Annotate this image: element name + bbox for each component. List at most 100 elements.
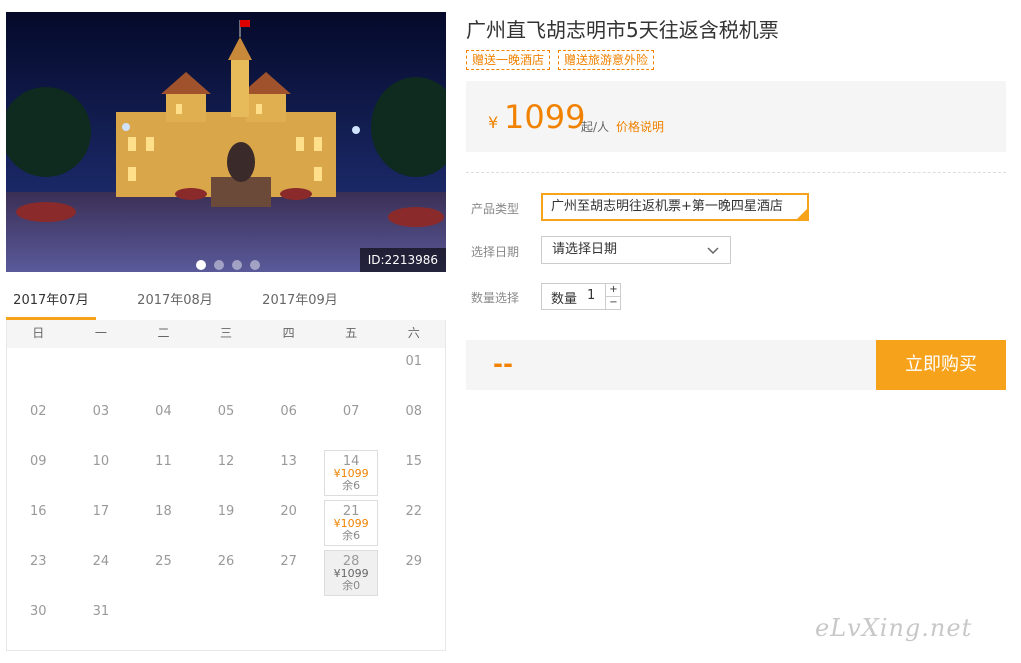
calendar-day-stock: 余6 xyxy=(342,479,361,492)
calendar-empty-cell xyxy=(132,598,195,648)
calendar-day-number: 25 xyxy=(155,554,172,569)
calendar-weekday-header: 日 一 二 三 四 五 六 xyxy=(7,320,445,348)
quantity-label: 数量选择 xyxy=(471,291,520,305)
calendar-empty-cell xyxy=(257,348,320,398)
calendar-day: 09 xyxy=(7,448,70,498)
calendar-day: 19 xyxy=(195,498,258,548)
chevron-down-icon xyxy=(707,247,719,255)
calendar-empty-cell xyxy=(257,598,320,648)
weekday-label: 一 xyxy=(94,326,107,340)
calendar-day-number: 12 xyxy=(217,454,235,469)
calendar-day: 03 xyxy=(70,398,133,448)
calendar-day: 11 xyxy=(132,448,195,498)
date-select[interactable]: 请选择日期 xyxy=(541,236,731,264)
calendar-day-price-box[interactable]: 21 ¥1099 余6 xyxy=(323,500,379,546)
calendar-week-row: 23 24 25 26 27 28 ¥1099 余0 29 xyxy=(7,548,445,598)
calendar-day: 02 xyxy=(7,398,70,448)
calendar-day-price-box[interactable]: 14 ¥1099 余6 xyxy=(323,450,379,496)
calendar-day: 23 xyxy=(7,548,70,598)
weekday-label: 五 xyxy=(345,326,358,340)
calendar-day-number: 20 xyxy=(280,504,297,519)
calendar-day: 10 xyxy=(70,448,133,498)
calendar-week-row: 30 31 xyxy=(7,598,445,648)
calendar-day: 07 xyxy=(320,398,383,448)
carousel-dot[interactable] xyxy=(196,260,206,270)
calendar-week-row: 01 xyxy=(7,348,445,398)
calendar-day: 29 xyxy=(382,548,445,598)
calendar-empty-cell xyxy=(195,348,258,398)
calendar-day-number: 19 xyxy=(217,504,235,519)
calendar-day-number: 13 xyxy=(280,454,297,469)
date-select-value: 请选择日期 xyxy=(552,242,618,257)
calendar-day: 12 xyxy=(195,448,258,498)
calendar-day-number: 10 xyxy=(92,454,110,469)
carousel-dot[interactable] xyxy=(232,260,242,270)
tag-free-hotel: 赠送一晚酒店 xyxy=(466,50,551,70)
calendar: 日 一 二 三 四 五 六 01 02 03 04 05 06 07 08 09 10 11 12 13… xyxy=(6,320,446,651)
calendar-day: 31 xyxy=(70,598,133,648)
calendar-day-number: 08 xyxy=(405,404,423,419)
product-title: 广州直飞胡志明市5天往返含税机票 xyxy=(466,18,779,42)
carousel-dots xyxy=(196,260,260,270)
buy-now-button[interactable]: 立即购买 xyxy=(876,340,1006,390)
calendar-day-number: 29 xyxy=(405,554,423,569)
calendar-empty-cell xyxy=(70,348,133,398)
calendar-day: 05 xyxy=(195,398,258,448)
price-box: ¥ 1099 起/人 价格说明 xyxy=(466,81,1006,152)
calendar-day-number: 30 xyxy=(30,604,47,619)
month-tabs: 2017年07月 2017年08月 2017年09月 xyxy=(6,288,446,320)
product-type-option[interactable]: 广州至胡志明往返机票+第一晚四星酒店 ✓ xyxy=(541,193,809,221)
calendar-day: 18 xyxy=(132,498,195,548)
quantity-minus-button[interactable]: − xyxy=(605,297,621,310)
calendar-grid: 01 02 03 04 05 06 07 08 09 10 11 12 13 14 ¥1099 余6 15 16 1… xyxy=(7,348,445,648)
calendar-day-number: 17 xyxy=(92,504,110,519)
carousel-dot[interactable] xyxy=(250,260,260,270)
price-currency: ¥ xyxy=(488,113,499,132)
quantity-inner-label: 数量 xyxy=(551,292,578,307)
tab-month-3[interactable]: 2017年09月 xyxy=(255,288,345,320)
calendar-day-available: 14 ¥1099 余6 xyxy=(320,448,383,498)
calendar-week-row: 09 10 11 12 13 14 ¥1099 余6 15 xyxy=(7,448,445,498)
carousel-dot[interactable] xyxy=(214,260,224,270)
weekday-label: 三 xyxy=(220,326,233,340)
calendar-day-number: 05 xyxy=(217,404,235,419)
calendar-day-number: 22 xyxy=(405,504,423,519)
watermark-logo: eLvXing.net xyxy=(815,614,973,642)
calendar-day: 08 xyxy=(382,398,445,448)
date-label: 选择日期 xyxy=(471,245,520,259)
check-icon: ✓ xyxy=(800,205,807,214)
calendar-day-number: 01 xyxy=(405,354,423,369)
weekday-label: 日 xyxy=(32,326,45,340)
calendar-day-number: 02 xyxy=(30,404,47,419)
calendar-day: 01 xyxy=(382,348,445,398)
calendar-day-number: 03 xyxy=(92,404,110,419)
total-price: -- xyxy=(493,350,513,378)
calendar-day: 22 xyxy=(382,498,445,548)
calendar-week-row: 16 17 18 19 20 21 ¥1099 余6 22 xyxy=(7,498,445,548)
tab-month-2[interactable]: 2017年08月 xyxy=(130,288,220,320)
calendar-day-stock: 余0 xyxy=(342,579,361,592)
calendar-day-number: 23 xyxy=(30,554,47,569)
calendar-day: 30 xyxy=(7,598,70,648)
calendar-day-number: 11 xyxy=(155,454,172,469)
product-type-label: 产品类型 xyxy=(471,202,520,216)
calendar-empty-cell xyxy=(320,598,383,648)
quantity-plus-button[interactable]: + xyxy=(605,284,621,297)
calendar-day-number: 07 xyxy=(342,404,360,419)
divider xyxy=(466,172,1006,173)
quantity-stepper: 数量 1 + − xyxy=(541,283,621,310)
price-note-link[interactable]: 价格说明 xyxy=(616,118,664,135)
calendar-day: 20 xyxy=(257,498,320,548)
tab-month-1[interactable]: 2017年07月 xyxy=(6,288,96,320)
quantity-input[interactable]: 1 xyxy=(587,288,595,303)
calendar-day-number: 31 xyxy=(92,604,110,619)
calendar-day: 24 xyxy=(70,548,133,598)
calendar-empty-cell xyxy=(382,598,445,648)
photo-image xyxy=(6,12,446,272)
calendar-day: 26 xyxy=(195,548,258,598)
product-photo[interactable]: ID:2213986 xyxy=(6,12,446,272)
calendar-day-number: 24 xyxy=(92,554,110,569)
calendar-day-price-box[interactable]: 28 ¥1099 余0 xyxy=(323,550,379,596)
calendar-day: 06 xyxy=(257,398,320,448)
calendar-day-stock: 余6 xyxy=(342,529,361,542)
